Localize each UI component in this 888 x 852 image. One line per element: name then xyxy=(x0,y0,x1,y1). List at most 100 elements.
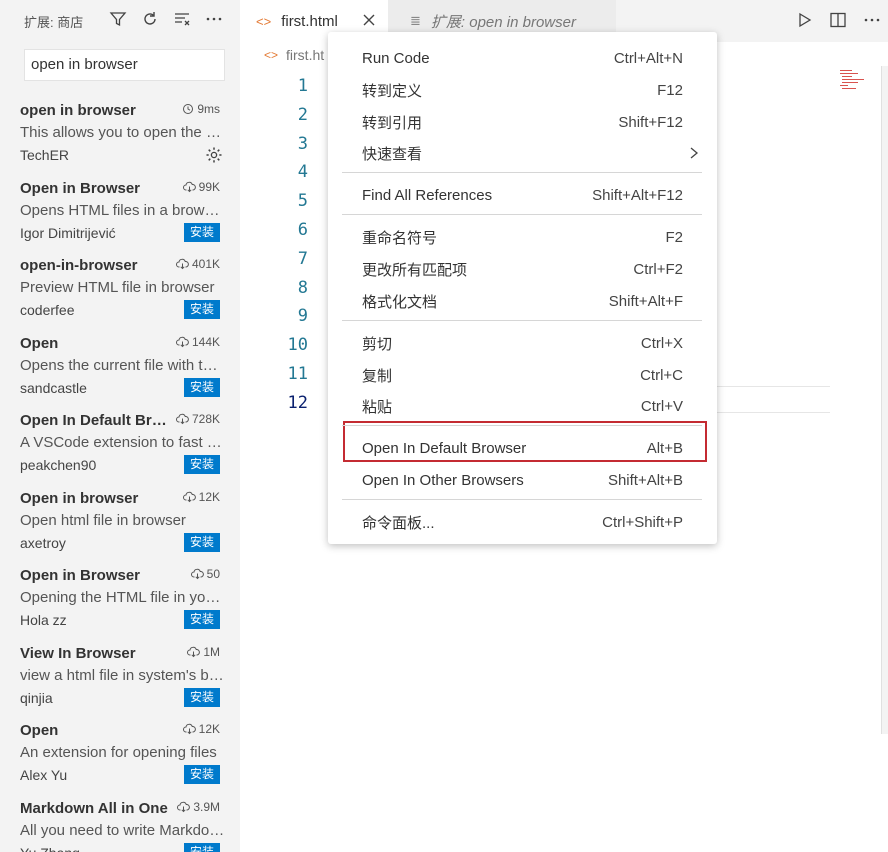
manage-gear-icon[interactable] xyxy=(204,145,224,165)
extension-stat-value: 3.9M xyxy=(193,799,220,814)
extension-list: open in browser 9ms This allows you to o… xyxy=(0,98,240,852)
menu-item-12[interactable]: Open In Default Browser Alt+B xyxy=(328,432,717,464)
menu-item-6[interactable]: 重命名符号 F2 xyxy=(328,221,717,253)
extension-list-item[interactable]: open-in-browser 401K Preview HTML file i… xyxy=(0,253,240,331)
menu-separator xyxy=(342,214,702,215)
menu-item-label: 格式化文档 xyxy=(362,293,438,311)
extension-list-item[interactable]: Open 12K An extension for opening files … xyxy=(0,718,240,796)
extension-name: Open xyxy=(20,334,59,352)
extension-list-item[interactable]: open in browser 9ms This allows you to o… xyxy=(0,98,240,176)
html-file-icon: <> xyxy=(256,13,272,29)
install-button[interactable]: 安装 xyxy=(183,532,220,552)
split-editor-icon[interactable] xyxy=(828,10,848,30)
extension-stat-value: 401K xyxy=(191,257,220,271)
menu-item-shortcut: Ctrl+X xyxy=(640,334,683,352)
menu-item-shortcut: Alt+B xyxy=(646,439,683,457)
menu-item-shortcut: Shift+Alt+B xyxy=(607,471,683,489)
install-button[interactable]: 安装 xyxy=(183,377,220,397)
extension-description: All you need to write Markdown xyxy=(20,821,225,839)
extension-list-item[interactable]: Open in Browser 99K Opens HTML files in … xyxy=(0,176,240,254)
refresh-icon[interactable] xyxy=(140,9,160,29)
download-icon xyxy=(177,801,191,813)
menu-item-shortcut: Shift+Alt+F xyxy=(608,292,683,310)
vertical-scrollbar[interactable] xyxy=(881,66,888,734)
install-button[interactable]: 安装 xyxy=(183,455,220,474)
line-number: 6 xyxy=(297,219,308,240)
menu-item-1[interactable]: Run Code Ctrl+Alt+N xyxy=(328,42,717,74)
menu-item-shortcut: Shift+F12 xyxy=(618,113,683,131)
extension-stat-value: 1M xyxy=(203,644,220,659)
run-icon[interactable] xyxy=(794,10,814,30)
extension-list-item[interactable]: View In Browser 1M view a html file in s… xyxy=(0,641,240,719)
menu-item-10[interactable]: 复制 Ctrl+C xyxy=(328,359,717,391)
menu-separator xyxy=(342,172,702,173)
editor-actions xyxy=(794,10,882,30)
download-icon xyxy=(187,646,201,658)
extension-stat-value: 12K xyxy=(198,489,220,504)
menu-item-14[interactable]: 命令面板... Ctrl+Shift+P xyxy=(328,506,717,538)
extension-stat: 50 xyxy=(190,567,220,581)
install-button[interactable]: 安装 xyxy=(183,610,220,629)
menu-item-shortcut: Ctrl+Shift+P xyxy=(602,513,683,531)
extension-stat-value: 12K xyxy=(198,722,220,736)
clear-results-icon[interactable] xyxy=(172,9,192,29)
menu-item-8[interactable]: 格式化文档 Shift+Alt+F xyxy=(328,285,717,317)
menu-item-7[interactable]: 更改所有匹配项 Ctrl+F2 xyxy=(328,253,717,285)
install-button[interactable]: 安装 xyxy=(183,222,220,242)
minimap[interactable] xyxy=(838,68,880,94)
line-number: 11 xyxy=(287,363,308,384)
extension-description: An extension for opening files xyxy=(20,744,217,761)
menu-item-4[interactable]: 快速查看 xyxy=(328,137,717,169)
breadcrumb[interactable]: <> first.ht xyxy=(264,47,324,63)
install-button[interactable]: 安装 xyxy=(183,687,220,707)
install-button[interactable]: 安装 xyxy=(183,765,220,784)
extension-stat-value: 50 xyxy=(206,567,220,581)
menu-item-label: 转到引用 xyxy=(362,114,423,132)
history-icon xyxy=(182,103,194,115)
extension-name: Open In Default Browser xyxy=(20,412,170,429)
extension-list-item[interactable]: Markdown All in One 3.9M All you need to… xyxy=(0,796,240,852)
breadcrumb-file[interactable]: first.ht xyxy=(286,47,324,63)
menu-item-3[interactable]: 转到引用 Shift+F12 xyxy=(328,106,717,138)
menu-item-11[interactable]: 粘贴 Ctrl+V xyxy=(328,390,717,422)
extension-stat-value: 728K xyxy=(191,412,220,426)
more-actions-icon[interactable] xyxy=(862,10,882,30)
menu-item-9[interactable]: 剪切 Ctrl+X xyxy=(328,327,717,359)
menu-item-label: 更改所有匹配项 xyxy=(362,261,468,279)
menu-item-shortcut: Ctrl+V xyxy=(640,397,683,415)
line-number: 8 xyxy=(297,277,308,298)
tab-label: first.html xyxy=(281,12,338,30)
extension-stat: 401K xyxy=(175,257,220,271)
extension-description: Opens HTML files in a browser xyxy=(20,201,225,219)
extension-list-item[interactable]: Open in Browser 50 Opening the HTML file… xyxy=(0,563,240,641)
extension-list-item[interactable]: Open in browser 12K Open html file in br… xyxy=(0,486,240,564)
more-actions-icon[interactable] xyxy=(204,9,224,29)
menu-item-label: Open In Other Browsers xyxy=(362,471,524,489)
download-icon xyxy=(175,258,189,270)
menu-item-5[interactable]: Find All References Shift+Alt+F12 xyxy=(328,179,717,211)
menu-item-label: 复制 xyxy=(362,367,393,385)
install-button[interactable]: 安装 xyxy=(183,842,220,852)
menu-item-shortcut: Shift+Alt+F12 xyxy=(592,186,683,204)
extensions-sidebar: 扩展: 商店 open in browser open in browser 9… xyxy=(0,0,240,852)
menu-item-13[interactable]: Open In Other Browsers Shift+Alt+B xyxy=(328,464,717,496)
extension-list-item[interactable]: Open 144K Opens the current file with th… xyxy=(0,331,240,409)
filter-icon[interactable] xyxy=(108,9,128,29)
download-icon xyxy=(190,568,204,580)
line-number-gutter: 1 2 3 4 5 6 7 8 9 10 11 12 xyxy=(240,72,308,418)
download-icon xyxy=(175,413,189,425)
line-number: 9 xyxy=(297,306,308,327)
install-button[interactable]: 安装 xyxy=(183,300,220,319)
menu-item-label: 重命名符号 xyxy=(362,229,438,247)
menu-item-2[interactable]: 转到定义 F12 xyxy=(328,74,717,106)
extension-name: Open in Browser xyxy=(20,179,141,197)
line-number: 2 xyxy=(297,104,308,125)
extension-search-input[interactable]: open in browser xyxy=(24,49,225,81)
sidebar-header: 扩展: 商店 xyxy=(0,0,240,40)
extension-stat-value: 144K xyxy=(191,334,220,349)
close-icon[interactable] xyxy=(360,11,378,29)
extension-list-item[interactable]: Open In Default Browser 728K A VSCode ex… xyxy=(0,408,240,486)
menu-separator xyxy=(342,425,702,426)
extension-description: This allows you to open the current file… xyxy=(20,124,225,141)
chevron-right-icon xyxy=(687,145,701,161)
